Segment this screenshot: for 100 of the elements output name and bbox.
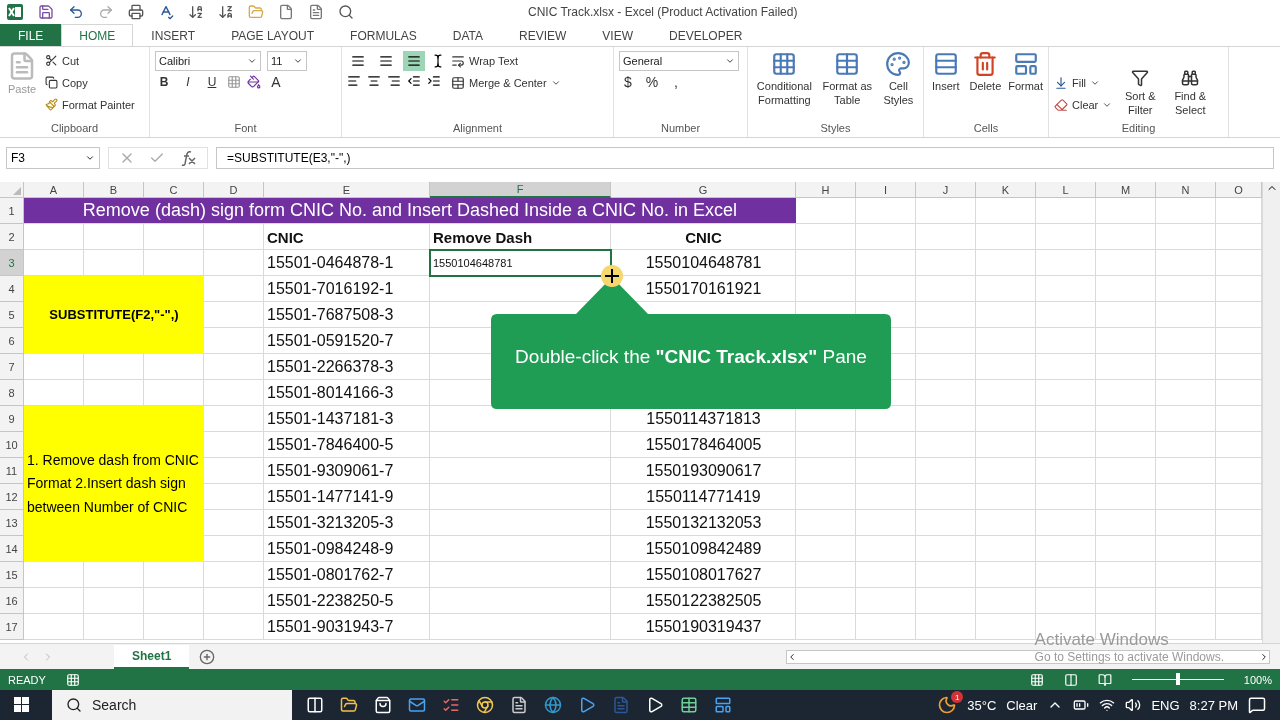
row-header[interactable]: 9 xyxy=(0,406,24,432)
search-field[interactable]: Search xyxy=(52,690,292,720)
border-icon[interactable] xyxy=(227,75,241,89)
number-format-button[interactable]: , xyxy=(667,74,685,90)
volume-icon[interactable] xyxy=(1125,697,1142,713)
row-header[interactable]: 5 xyxy=(0,302,24,328)
wrap-text-button[interactable]: Wrap Text xyxy=(451,51,561,70)
table-cell[interactable]: 1550104648781 xyxy=(430,250,611,276)
styles-button[interactable]: Format as Table xyxy=(821,51,873,122)
column-header[interactable]: B xyxy=(84,182,144,198)
number-format-button[interactable]: $ xyxy=(619,74,637,90)
macro-icon[interactable] xyxy=(65,672,80,687)
cells-button[interactable]: Format xyxy=(1008,51,1043,122)
fill-button[interactable]: Fill xyxy=(1054,73,1113,92)
vertical-align-button[interactable] xyxy=(403,51,425,71)
column-header[interactable]: G xyxy=(611,182,796,198)
row-header[interactable]: 11 xyxy=(0,458,24,484)
spell-check-icon[interactable] xyxy=(158,4,174,20)
new-file-icon[interactable] xyxy=(278,4,294,20)
font-style-button[interactable]: B xyxy=(155,75,173,89)
battery-icon[interactable] xyxy=(1073,697,1090,713)
vertical-scrollbar[interactable] xyxy=(1262,182,1280,643)
column-header[interactable]: K xyxy=(976,182,1036,198)
cut-button[interactable]: Cut xyxy=(45,51,135,70)
number-format-button[interactable]: % xyxy=(643,74,661,90)
row-header[interactable]: 7 xyxy=(0,354,24,380)
task-view-icon[interactable] xyxy=(306,696,324,714)
font-style-button[interactable]: U xyxy=(203,75,221,89)
globe-icon[interactable] xyxy=(544,696,562,714)
column-header[interactable]: E xyxy=(264,182,430,198)
align-center-icon[interactable] xyxy=(367,74,381,88)
file-tab[interactable]: FILE xyxy=(0,24,62,46)
normal-view-icon[interactable] xyxy=(1029,672,1044,687)
font-style-button[interactable]: I xyxy=(179,75,197,89)
row-header[interactable]: 17 xyxy=(0,614,24,640)
horizontal-scrollbar[interactable] xyxy=(786,649,1270,664)
align-left-icon[interactable] xyxy=(347,74,361,88)
page-break-icon[interactable] xyxy=(1097,672,1112,687)
font-size-field[interactable]: 11 xyxy=(267,51,307,71)
sort-descending-icon[interactable] xyxy=(218,4,234,20)
spreadsheet-icon[interactable] xyxy=(680,696,698,714)
window-icon[interactable] xyxy=(714,696,732,714)
notifications-icon[interactable] xyxy=(1248,696,1266,714)
indent-decrease-icon[interactable] xyxy=(407,74,421,88)
mail-icon[interactable] xyxy=(408,696,426,714)
list-icon[interactable] xyxy=(442,696,460,714)
document-icon[interactable] xyxy=(308,4,324,20)
merge-center-button[interactable]: Merge & Center xyxy=(451,73,561,92)
font-color-button[interactable]: A xyxy=(267,74,285,90)
row-header[interactable]: 1 xyxy=(0,198,24,224)
browser-icon[interactable] xyxy=(476,696,494,714)
editing-button[interactable]: Find & Select xyxy=(1168,51,1213,122)
number-format-field[interactable]: General xyxy=(619,51,739,71)
font-name-field[interactable]: Calibri xyxy=(155,51,261,71)
save-icon[interactable] xyxy=(38,4,54,20)
function-icon[interactable] xyxy=(179,150,197,166)
sheet-tab[interactable]: Sheet1 xyxy=(114,644,190,669)
row-header[interactable]: 3 xyxy=(0,250,24,276)
name-box[interactable]: F3 xyxy=(6,147,100,169)
folder-icon[interactable] xyxy=(340,696,358,714)
copy-button[interactable]: Copy xyxy=(45,73,135,92)
sort-ascending-icon[interactable] xyxy=(188,4,204,20)
row-header[interactable]: 15 xyxy=(0,562,24,588)
formula-field[interactable]: =SUBSTITUTE(E3,"-",) xyxy=(216,147,1274,169)
weather-icon[interactable] xyxy=(937,695,958,715)
column-header[interactable]: F xyxy=(430,182,611,198)
magnifier-icon[interactable] xyxy=(338,4,354,20)
row-header[interactable]: 6 xyxy=(0,328,24,354)
printer-icon[interactable] xyxy=(128,4,144,20)
column-header[interactable]: D xyxy=(204,182,264,198)
column-header[interactable]: J xyxy=(916,182,976,198)
row-header[interactable]: 10 xyxy=(0,432,24,458)
column-header[interactable]: C xyxy=(144,182,204,198)
styles-button[interactable]: Conditional Formatting xyxy=(753,51,816,122)
add-sheet-icon[interactable] xyxy=(199,648,216,665)
column-header[interactable]: I xyxy=(856,182,916,198)
styles-button[interactable]: Cell Styles xyxy=(878,51,918,122)
play-icon[interactable] xyxy=(646,696,664,714)
row-header[interactable]: 12 xyxy=(0,484,24,510)
column-header[interactable]: M xyxy=(1096,182,1156,198)
fill-color-icon[interactable] xyxy=(247,75,261,89)
zoom-slider-thumb[interactable] xyxy=(1175,673,1180,685)
notepad-icon[interactable] xyxy=(510,696,528,714)
column-header[interactable]: L xyxy=(1036,182,1096,198)
column-header[interactable]: A xyxy=(24,182,84,198)
cells-button[interactable]: Delete xyxy=(968,51,1003,122)
media-player-icon[interactable] xyxy=(578,696,596,714)
row-header[interactable]: 16 xyxy=(0,588,24,614)
editing-button[interactable]: Sort & Filter xyxy=(1118,51,1163,122)
row-header[interactable]: 2 xyxy=(0,224,24,250)
column-header[interactable]: O xyxy=(1216,182,1262,198)
format-painter-button[interactable]: Format Painter xyxy=(45,95,135,114)
column-header[interactable]: H xyxy=(796,182,856,198)
row-header[interactable]: 8 xyxy=(0,380,24,406)
undo-icon[interactable] xyxy=(68,4,84,20)
clear-button[interactable]: Clear xyxy=(1054,95,1113,114)
align-right-icon[interactable] xyxy=(387,74,401,88)
page-layout-icon[interactable] xyxy=(1063,672,1078,687)
store-icon[interactable] xyxy=(374,696,392,714)
row-header[interactable]: 14 xyxy=(0,536,24,562)
